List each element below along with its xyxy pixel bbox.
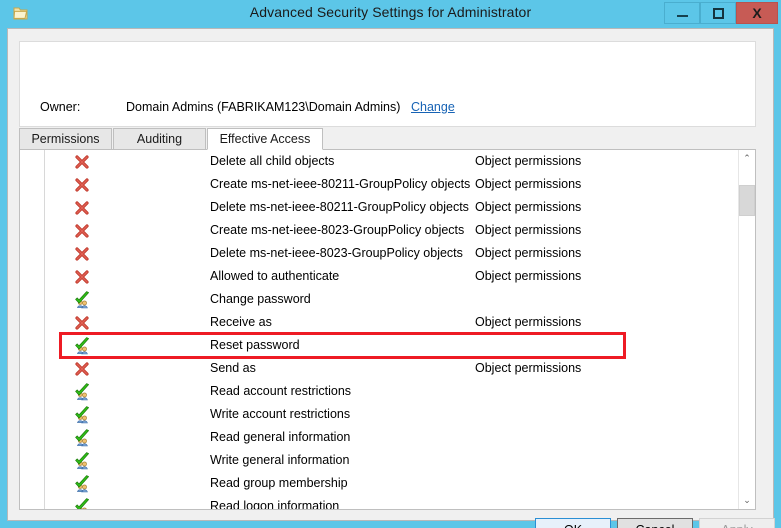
table-row[interactable]: Write account restrictions: [20, 403, 739, 426]
access-limited-by: Object permissions: [475, 314, 581, 331]
permission-name: Write general information: [210, 452, 349, 469]
tab-permissions[interactable]: Permissions: [19, 128, 112, 150]
table-row[interactable]: Receive as Object permissions: [20, 311, 739, 334]
access-limited-by: Object permissions: [475, 199, 581, 216]
deny-x-icon: [73, 222, 91, 240]
permission-name: Change password: [210, 291, 311, 308]
permission-name: Read general information: [210, 429, 350, 446]
apply-button[interactable]: Apply: [699, 518, 775, 528]
access-limited-by: Object permissions: [475, 153, 581, 170]
access-limited-by: Object permissions: [475, 245, 581, 262]
access-limited-by: Object permissions: [475, 222, 581, 239]
dialog-client-area: Owner: Domain Admins (FABRIKAM123\Domain…: [7, 28, 774, 521]
table-row[interactable]: Allowed to authenticate Object permission…: [20, 265, 739, 288]
permission-name: Read account restrictions: [210, 383, 351, 400]
table-row[interactable]: Write general information: [20, 449, 739, 472]
allow-check-users-icon: [73, 429, 91, 447]
scrollbar-thumb[interactable]: [739, 185, 755, 216]
deny-x-icon: [73, 199, 91, 217]
table-row[interactable]: Read general information: [20, 426, 739, 449]
table-row[interactable]: Create ms-net-ieee-80211-GroupPolicy obj…: [20, 173, 739, 196]
allow-check-users-icon: [73, 475, 91, 493]
tab-effective-access[interactable]: Effective Access: [207, 128, 323, 150]
table-row[interactable]: Read logon information: [20, 495, 739, 509]
allow-check-users-icon: [73, 452, 91, 470]
permission-name: Receive as: [210, 314, 272, 331]
permission-name: Create ms-net-ieee-8023-GroupPolicy obje…: [210, 222, 464, 239]
table-row[interactable]: Reset password: [20, 334, 739, 357]
effective-access-list: Delete all child objects Object permissio…: [19, 149, 756, 510]
allow-check-users-icon: [73, 337, 91, 355]
deny-x-icon: [73, 268, 91, 286]
permission-name: Reset password: [210, 337, 300, 354]
maximize-icon: [701, 3, 735, 23]
allow-check-users-icon: [73, 406, 91, 424]
deny-x-icon: [73, 245, 91, 263]
deny-x-icon: [73, 153, 91, 171]
permission-name: Delete all child objects: [210, 153, 334, 170]
owner-value: Domain Admins (FABRIKAM123\Domain Admins…: [126, 100, 400, 114]
permission-name: Read group membership: [210, 475, 348, 492]
tab-strip: Permissions Auditing Effective Access: [19, 128, 756, 150]
permission-name: Delete ms-net-ieee-8023-GroupPolicy obje…: [210, 245, 463, 262]
deny-x-icon: [73, 314, 91, 332]
deny-x-icon: [73, 176, 91, 194]
title-bar: Advanced Security Settings for Administr…: [0, 0, 781, 28]
change-owner-link[interactable]: Change: [411, 100, 455, 114]
table-row[interactable]: Read account restrictions: [20, 380, 739, 403]
scroll-down-glyph: ⌄: [743, 496, 751, 505]
permission-name: Read logon information: [210, 498, 339, 509]
minimize-icon: [665, 3, 699, 23]
permission-name: Send as: [210, 360, 256, 377]
maximize-button[interactable]: [700, 2, 736, 24]
table-row[interactable]: Create ms-net-ieee-8023-GroupPolicy obje…: [20, 219, 739, 242]
list-body[interactable]: Delete all child objects Object permissio…: [20, 150, 739, 509]
allow-check-users-icon: [73, 498, 91, 509]
permission-name: Allowed to authenticate: [210, 268, 339, 285]
table-row[interactable]: Delete all child objects Object permissio…: [20, 150, 739, 173]
table-row[interactable]: Delete ms-net-ieee-8023-GroupPolicy obje…: [20, 242, 739, 265]
scroll-up-icon[interactable]: ⌃: [739, 150, 755, 167]
access-limited-by: Object permissions: [475, 176, 581, 193]
scroll-down-icon[interactable]: ⌄: [739, 492, 755, 509]
table-row[interactable]: Send as Object permissions: [20, 357, 739, 380]
allow-check-users-icon: [73, 383, 91, 401]
access-limited-by: Object permissions: [475, 268, 581, 285]
allow-check-users-icon: [73, 291, 91, 309]
table-row[interactable]: Change password: [20, 288, 739, 311]
apply-label-rest: pply: [730, 523, 753, 528]
advanced-security-settings-window: Advanced Security Settings for Administr…: [0, 0, 781, 528]
permission-name: Write account restrictions: [210, 406, 350, 423]
owner-panel: Owner: Domain Admins (FABRIKAM123\Domain…: [19, 41, 756, 127]
apply-accelerator: A: [721, 523, 729, 528]
permission-name: Delete ms-net-ieee-80211-GroupPolicy obj…: [210, 199, 469, 216]
table-row[interactable]: Delete ms-net-ieee-80211-GroupPolicy obj…: [20, 196, 739, 219]
tab-auditing[interactable]: Auditing: [113, 128, 206, 150]
table-row[interactable]: Read group membership: [20, 472, 739, 495]
close-icon: X: [737, 3, 777, 23]
ok-button[interactable]: OK: [535, 518, 611, 528]
scroll-up-glyph: ⌃: [743, 154, 751, 163]
minimize-button[interactable]: [664, 2, 700, 24]
owner-label: Owner:: [40, 100, 80, 114]
close-button[interactable]: X: [736, 2, 778, 24]
access-limited-by: Object permissions: [475, 360, 581, 377]
cancel-button[interactable]: Cancel: [617, 518, 693, 528]
permission-name: Create ms-net-ieee-80211-GroupPolicy obj…: [210, 176, 470, 193]
vertical-scrollbar[interactable]: ⌃ ⌄: [738, 150, 755, 509]
deny-x-icon: [73, 360, 91, 378]
